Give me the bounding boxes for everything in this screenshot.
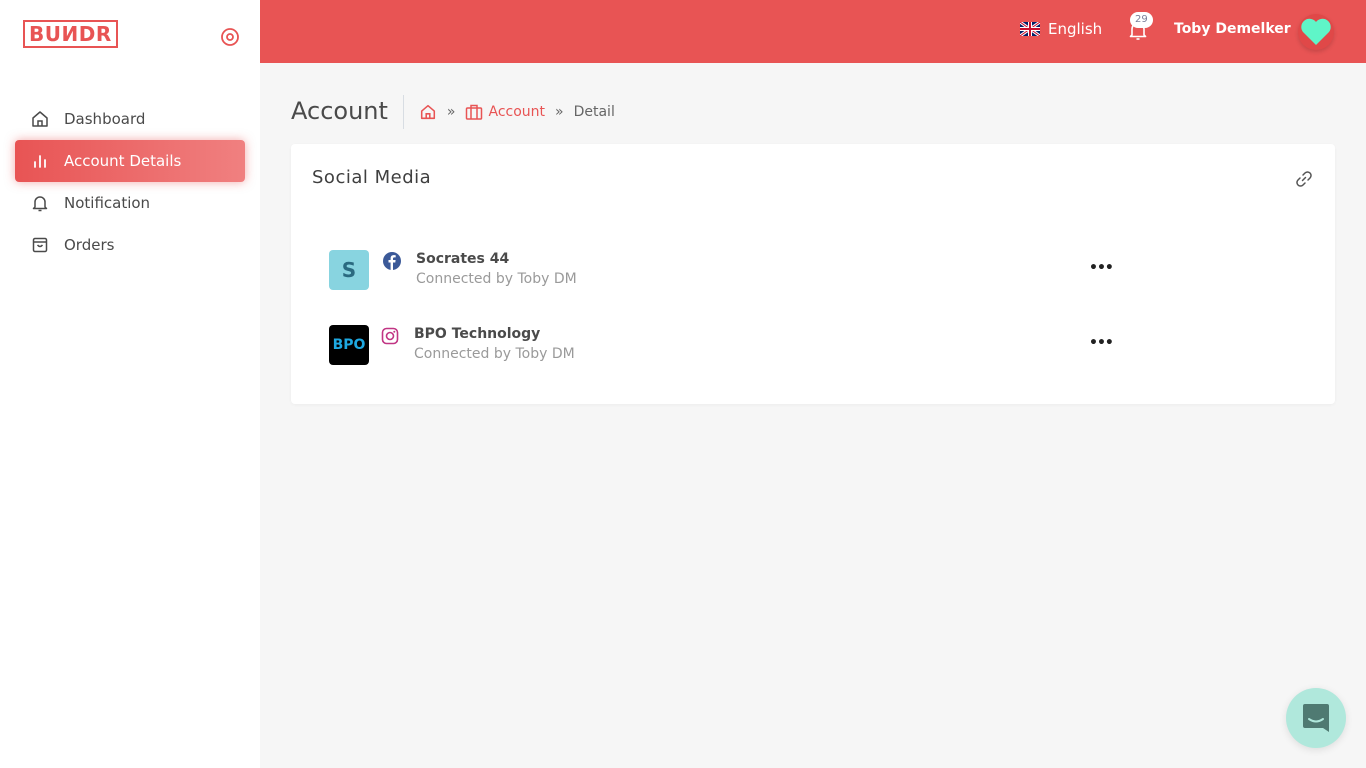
more-options-button[interactable]: ••• <box>1089 260 1114 276</box>
page-title: Account <box>291 95 404 129</box>
user-name[interactable]: Toby Demelker <box>1174 21 1291 37</box>
link-icon[interactable] <box>1294 169 1314 189</box>
social-account-row: S Socrates 44 Connected by Toby DM ••• <box>329 250 1114 290</box>
sidebar-nav: Dashboard Account Details Notification O… <box>15 98 245 266</box>
social-media-card: Social Media S Socrates 44 Connected by … <box>291 144 1335 404</box>
breadcrumb: » Account » Detail <box>404 103 615 121</box>
bar-chart-icon <box>30 151 50 171</box>
top-bar: English 29 Toby Demelker <box>260 0 1366 63</box>
sidebar-item-notification[interactable]: Notification <box>15 182 245 224</box>
uk-flag-icon <box>1020 22 1040 36</box>
breadcrumb-separator: » <box>555 104 564 120</box>
home-icon <box>30 109 50 129</box>
heart-icon <box>1301 18 1331 45</box>
bell-icon <box>30 193 50 213</box>
notification-count-badge: 29 <box>1130 12 1153 28</box>
account-connected-by: Connected by Toby DM <box>416 271 577 287</box>
instagram-icon <box>381 327 399 345</box>
breadcrumb-current: Detail <box>573 104 615 120</box>
shopping-bag-icon <box>30 235 50 255</box>
breadcrumb-account-label: Account <box>488 104 546 120</box>
sidebar-item-label: Notification <box>64 194 151 212</box>
page-header: Account » Account » Detail <box>291 95 615 129</box>
briefcase-icon <box>466 104 483 120</box>
sidebar-item-orders[interactable]: Orders <box>15 224 245 266</box>
account-avatar: S <box>329 250 369 290</box>
chat-launcher-button[interactable] <box>1286 688 1346 748</box>
sidebar-item-label: Dashboard <box>64 110 146 128</box>
target-icon[interactable] <box>220 27 240 47</box>
social-account-row: BPO BPO Technology Connected by Toby DM … <box>329 325 1114 365</box>
sidebar-item-dashboard[interactable]: Dashboard <box>15 98 245 140</box>
home-icon[interactable] <box>419 103 437 121</box>
account-name[interactable]: Socrates 44 <box>416 251 509 267</box>
more-options-button[interactable]: ••• <box>1089 335 1114 351</box>
facebook-icon <box>383 252 401 270</box>
brand-logo[interactable]: BUИDR <box>23 20 118 48</box>
account-name[interactable]: BPO Technology <box>414 326 540 342</box>
account-connected-by: Connected by Toby DM <box>414 346 575 362</box>
user-avatar[interactable] <box>1298 14 1334 50</box>
card-title: Social Media <box>312 167 432 188</box>
sidebar-item-label: Account Details <box>64 152 182 170</box>
language-selector[interactable]: English <box>1020 20 1102 38</box>
language-label: English <box>1048 20 1103 38</box>
sidebar-item-label: Orders <box>64 236 115 254</box>
breadcrumb-separator: » <box>446 104 456 120</box>
account-avatar: BPO <box>329 325 369 365</box>
sidebar-item-account-details[interactable]: Account Details <box>15 140 245 182</box>
sidebar: BUИDR Dashboard Account Details Notifica… <box>0 0 260 768</box>
chat-icon <box>1303 704 1329 732</box>
breadcrumb-account-link[interactable]: Account <box>465 104 545 120</box>
